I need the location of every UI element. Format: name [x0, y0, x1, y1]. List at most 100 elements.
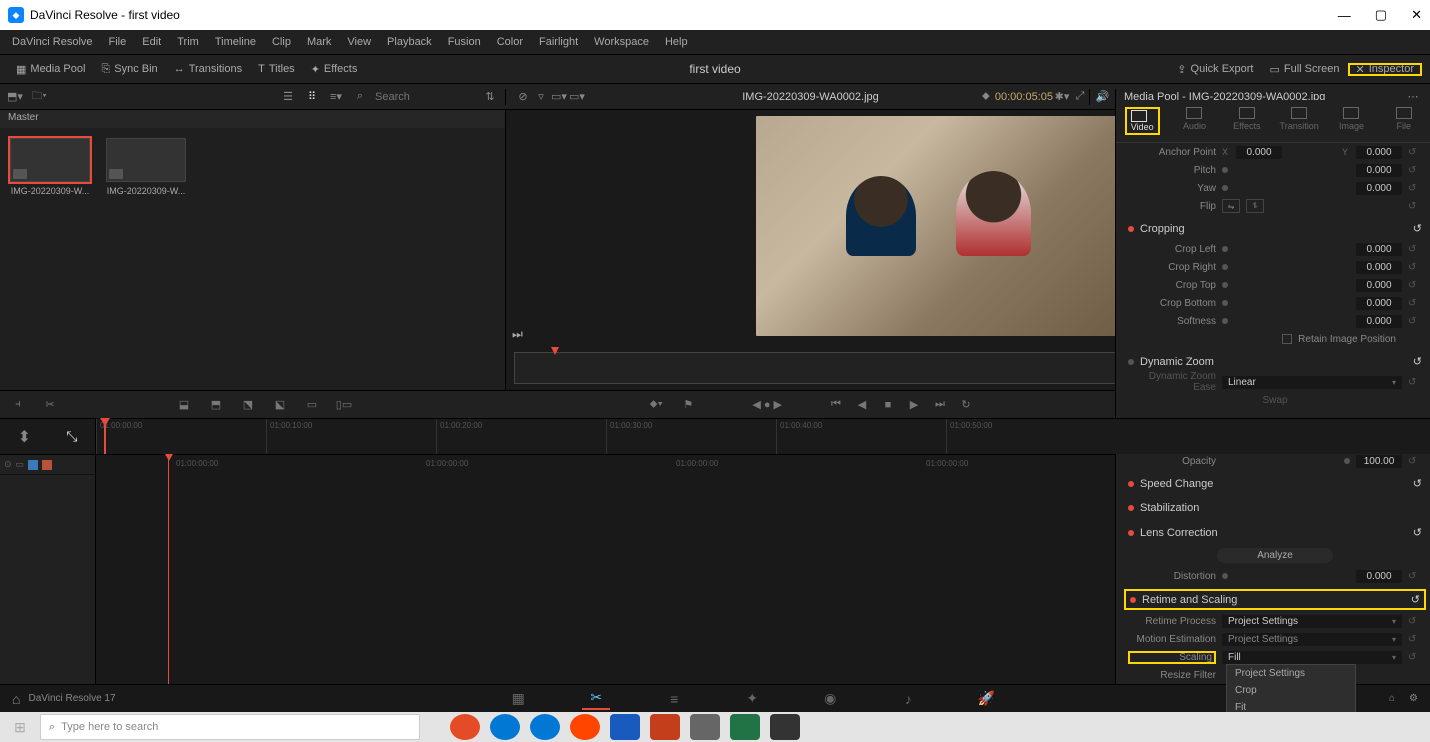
- menu-view[interactable]: View: [339, 36, 379, 48]
- close-button[interactable]: ✕: [1411, 7, 1422, 23]
- inspector-tab-file[interactable]: File: [1380, 104, 1428, 138]
- pointer-tool[interactable]: ⬍: [18, 427, 31, 447]
- fairlight-page[interactable]: ♪: [894, 688, 922, 710]
- prev-clip-button[interactable]: ⏭: [512, 327, 523, 342]
- replace-icon[interactable]: ⬔: [238, 396, 258, 414]
- scaling-option-fit[interactable]: Fit: [1227, 699, 1355, 712]
- marker2-icon[interactable]: ⬥: [977, 89, 995, 105]
- taskbar-app[interactable]: [730, 714, 760, 740]
- full-screen-button[interactable]: ▭Full Screen: [1261, 63, 1347, 76]
- start-button[interactable]: ⊞: [0, 712, 40, 742]
- reset-icon[interactable]: ↺: [1408, 147, 1422, 158]
- anchor-y[interactable]: 0.000: [1356, 146, 1402, 159]
- cropping-section[interactable]: Cropping↺: [1128, 217, 1422, 240]
- insert-icon[interactable]: ⬓: [174, 396, 194, 414]
- sync-bin-toggle[interactable]: ⎘Sync Bin: [93, 63, 165, 76]
- list-view-icon[interactable]: ☰: [279, 89, 297, 105]
- ruler-area[interactable]: 01:00:00:0001:00:10:0001:00:20:0001:00:3…: [96, 419, 1430, 454]
- inspector-tab-image[interactable]: Image: [1327, 104, 1375, 138]
- reset-icon[interactable]: ↺: [1408, 201, 1422, 212]
- viewer-image[interactable]: [756, 116, 1161, 336]
- taskbar-app[interactable]: [650, 714, 680, 740]
- selection-tool[interactable]: ⤡: [66, 428, 77, 445]
- track-color2[interactable]: [42, 460, 52, 470]
- sort-icon[interactable]: ≡▾: [327, 89, 345, 105]
- clip-icon[interactable]: ▭▾: [550, 89, 568, 105]
- play-reverse-button[interactable]: ◀: [852, 396, 872, 414]
- menu-clip[interactable]: Clip: [264, 36, 299, 48]
- overwrite-icon[interactable]: ⬒: [206, 396, 226, 414]
- flag-icon[interactable]: ⚑: [678, 396, 698, 414]
- blade-icon[interactable]: ✂: [40, 396, 60, 414]
- folder-icon[interactable]: 🗀▾: [30, 89, 48, 105]
- stop-button[interactable]: ■: [878, 396, 898, 414]
- inspector-tab-video[interactable]: Video: [1118, 104, 1166, 138]
- reset-icon[interactable]: ↺: [1408, 165, 1422, 176]
- retain-checkbox[interactable]: [1282, 334, 1292, 344]
- menu-davinci-resolve[interactable]: DaVinci Resolve: [4, 36, 101, 48]
- inspector-tab-transition[interactable]: Transition: [1275, 104, 1323, 138]
- deliver-page[interactable]: 🚀: [972, 688, 1000, 710]
- first-frame-button[interactable]: ⏮: [826, 396, 846, 414]
- fit-icon[interactable]: ⬕: [270, 396, 290, 414]
- append2-icon[interactable]: ▯▭: [334, 396, 354, 414]
- view-icon[interactable]: ▭▾: [568, 89, 586, 105]
- inspector-toggle[interactable]: ✕̤Inspector: [1348, 63, 1422, 76]
- menu-file[interactable]: File: [101, 36, 135, 48]
- project-manager-icon[interactable]: ⌂: [1389, 693, 1395, 704]
- media-thumb[interactable]: IMG-20220309-W...: [10, 138, 90, 196]
- menu-trim[interactable]: Trim: [169, 36, 207, 48]
- scaling-option-crop[interactable]: Crop: [1227, 682, 1355, 699]
- volume-icon[interactable]: 🔊: [1089, 89, 1107, 105]
- track-color[interactable]: [28, 460, 38, 470]
- taskbar-app[interactable]: [690, 714, 720, 740]
- minimize-button[interactable]: —: [1338, 8, 1351, 23]
- taskbar-app[interactable]: [610, 714, 640, 740]
- reset-icon[interactable]: ↺: [1408, 183, 1422, 194]
- zoom-ease-select[interactable]: Linear▾: [1222, 376, 1402, 389]
- marker-tool-icon[interactable]: ⬥▾: [646, 396, 666, 414]
- menu-playback[interactable]: Playback: [379, 36, 440, 48]
- yaw-value[interactable]: 0.000: [1356, 182, 1402, 195]
- menu-color[interactable]: Color: [489, 36, 531, 48]
- fusion-page[interactable]: ✦: [738, 688, 766, 710]
- grid-view-icon[interactable]: ⠿: [303, 89, 321, 105]
- menu-edit[interactable]: Edit: [134, 36, 169, 48]
- bypass-icon[interactable]: ⊘: [514, 89, 532, 105]
- track-mute-icon[interactable]: ▭: [16, 459, 25, 470]
- search-icon[interactable]: ⌕: [351, 89, 369, 105]
- search-input[interactable]: [375, 91, 475, 103]
- options-icon[interactable]: ✱▾: [1053, 89, 1071, 105]
- inspector-tab-effects[interactable]: Effects: [1223, 104, 1271, 138]
- menu-fusion[interactable]: Fusion: [440, 36, 489, 48]
- edit-index-icon[interactable]: ⫞: [8, 396, 28, 414]
- edit-page[interactable]: ≡: [660, 688, 688, 710]
- quick-export-button[interactable]: ⇪Quick Export: [1169, 63, 1261, 76]
- media-pool-toggle[interactable]: ▦Media Pool: [8, 63, 93, 76]
- taskbar-app[interactable]: [770, 714, 800, 740]
- anchor-x[interactable]: 0.000: [1236, 146, 1282, 159]
- taskbar-app[interactable]: [570, 714, 600, 740]
- menu-workspace[interactable]: Workspace: [586, 36, 657, 48]
- nav-dots[interactable]: ◀ ● ▶: [752, 398, 782, 411]
- track-lock-icon[interactable]: ⊙: [4, 459, 12, 470]
- taskbar-search[interactable]: ⌕Type here to search: [40, 714, 420, 740]
- inspector-tab-audio[interactable]: Audio: [1170, 104, 1218, 138]
- cut-page[interactable]: ✂: [582, 688, 610, 710]
- taskbar-app[interactable]: [490, 714, 520, 740]
- menu-timeline[interactable]: Timeline: [207, 36, 264, 48]
- reset-icon[interactable]: ↺: [1413, 222, 1422, 235]
- color-page[interactable]: ◉: [816, 688, 844, 710]
- append-icon[interactable]: ▭: [302, 396, 322, 414]
- import-icon[interactable]: ⬒▾: [6, 89, 24, 105]
- dynamic-zoom-section[interactable]: Dynamic Zoom↺: [1128, 350, 1422, 373]
- titles-toggle[interactable]: TTitles: [250, 63, 303, 75]
- media-thumb[interactable]: IMG-20220309-W...: [106, 138, 186, 196]
- marker-icon[interactable]: ▿: [532, 89, 550, 105]
- scaling-option-project-settings[interactable]: Project Settings: [1227, 665, 1355, 682]
- settings-icon[interactable]: ⚙: [1409, 693, 1418, 704]
- timeline-playhead[interactable]: [104, 419, 106, 454]
- flip-h-button[interactable]: ⇋: [1222, 199, 1240, 213]
- pitch-value[interactable]: 0.000: [1356, 164, 1402, 177]
- menu-mark[interactable]: Mark: [299, 36, 339, 48]
